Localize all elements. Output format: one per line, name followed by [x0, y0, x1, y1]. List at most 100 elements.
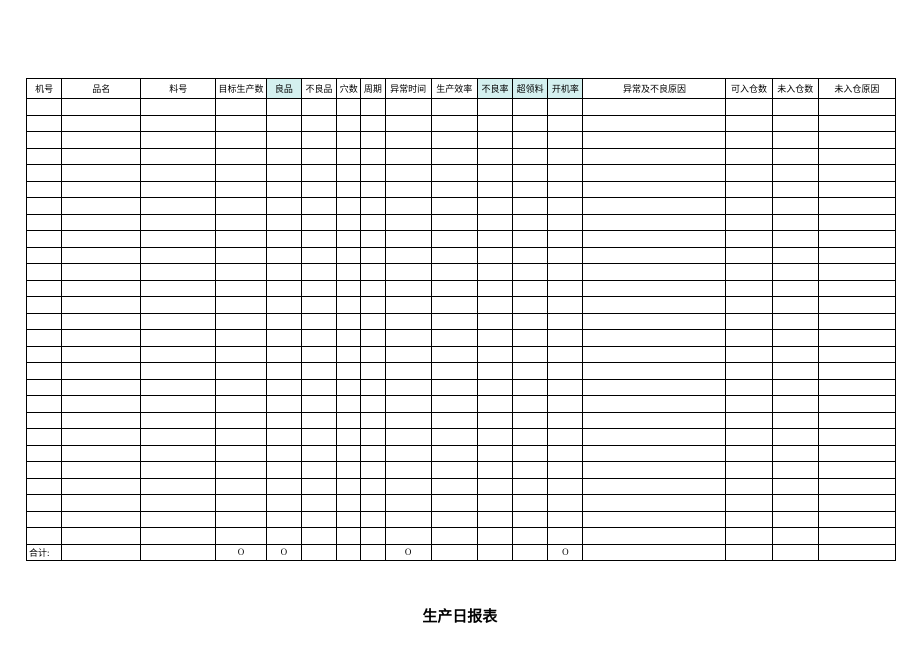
table-cell — [141, 181, 216, 198]
table-row — [27, 165, 896, 182]
table-cell — [818, 462, 895, 479]
table-row — [27, 132, 896, 149]
table-cell — [27, 115, 62, 132]
table-cell — [62, 264, 141, 281]
table-cell — [818, 165, 895, 182]
table-cell — [301, 445, 336, 462]
table-cell — [477, 445, 512, 462]
table-cell — [141, 330, 216, 347]
table-cell — [385, 511, 431, 528]
table-cell — [361, 280, 385, 297]
table-cell — [818, 363, 895, 380]
table-cell — [431, 528, 477, 545]
table-cell — [385, 462, 431, 479]
table-cell — [301, 528, 336, 545]
table-cell — [337, 330, 361, 347]
table-cell — [216, 115, 267, 132]
table-cell — [62, 445, 141, 462]
table-row — [27, 313, 896, 330]
table-cell — [385, 165, 431, 182]
totals-cell — [726, 544, 772, 561]
table-cell — [431, 478, 477, 495]
table-cell — [477, 478, 512, 495]
table-cell — [583, 462, 726, 479]
totals-cell — [301, 544, 336, 561]
table-cell — [216, 412, 267, 429]
totals-cell — [583, 544, 726, 561]
table-cell — [216, 313, 267, 330]
table-cell — [266, 313, 301, 330]
table-cell — [361, 363, 385, 380]
table-cell — [513, 379, 548, 396]
table-cell — [726, 429, 772, 446]
table-cell — [141, 363, 216, 380]
header-cycle: 周期 — [361, 79, 385, 99]
table-cell — [27, 198, 62, 215]
table-cell — [772, 181, 818, 198]
table-cell — [141, 412, 216, 429]
table-cell — [62, 412, 141, 429]
table-cell — [726, 330, 772, 347]
table-cell — [62, 165, 141, 182]
table-cell — [337, 445, 361, 462]
table-cell — [216, 478, 267, 495]
table-cell — [385, 231, 431, 248]
table-cell — [818, 478, 895, 495]
table-cell — [513, 247, 548, 264]
table-cell — [361, 462, 385, 479]
table-cell — [27, 511, 62, 528]
table-cell — [726, 478, 772, 495]
totals-open-rate: O — [548, 544, 583, 561]
table-cell — [27, 379, 62, 396]
table-cell — [62, 346, 141, 363]
table-cell — [337, 247, 361, 264]
table-cell — [431, 313, 477, 330]
table-cell — [62, 247, 141, 264]
table-cell — [216, 462, 267, 479]
table-cell — [27, 445, 62, 462]
table-cell — [361, 264, 385, 281]
table-cell — [548, 462, 583, 479]
table-cell — [361, 247, 385, 264]
table-cell — [818, 280, 895, 297]
table-cell — [772, 247, 818, 264]
page-title: 生产日报表 — [0, 605, 920, 626]
table-cell — [27, 132, 62, 149]
table-cell — [385, 132, 431, 149]
table-cell — [361, 495, 385, 512]
table-cell — [216, 445, 267, 462]
table-cell — [216, 99, 267, 116]
table-cell — [301, 264, 336, 281]
table-cell — [141, 297, 216, 314]
table-row — [27, 330, 896, 347]
table-cell — [431, 429, 477, 446]
table-cell — [726, 181, 772, 198]
table-cell — [726, 346, 772, 363]
table-cell — [583, 264, 726, 281]
table-cell — [141, 379, 216, 396]
table-cell — [385, 280, 431, 297]
table-cell — [62, 495, 141, 512]
table-cell — [726, 313, 772, 330]
table-cell — [818, 495, 895, 512]
table-cell — [431, 495, 477, 512]
table-cell — [337, 429, 361, 446]
table-cell — [385, 198, 431, 215]
table-cell — [548, 528, 583, 545]
table-cell — [477, 495, 512, 512]
totals-abnormal-time: O — [385, 544, 431, 561]
table-cell — [27, 247, 62, 264]
table-cell — [361, 148, 385, 165]
table-cell — [477, 528, 512, 545]
table-cell — [772, 165, 818, 182]
table-cell — [477, 412, 512, 429]
table-cell — [772, 462, 818, 479]
table-cell — [301, 379, 336, 396]
table-cell — [772, 231, 818, 248]
table-cell — [266, 132, 301, 149]
totals-cell — [431, 544, 477, 561]
table-cell — [477, 346, 512, 363]
table-cell — [27, 231, 62, 248]
table-cell — [385, 264, 431, 281]
table-cell — [266, 379, 301, 396]
